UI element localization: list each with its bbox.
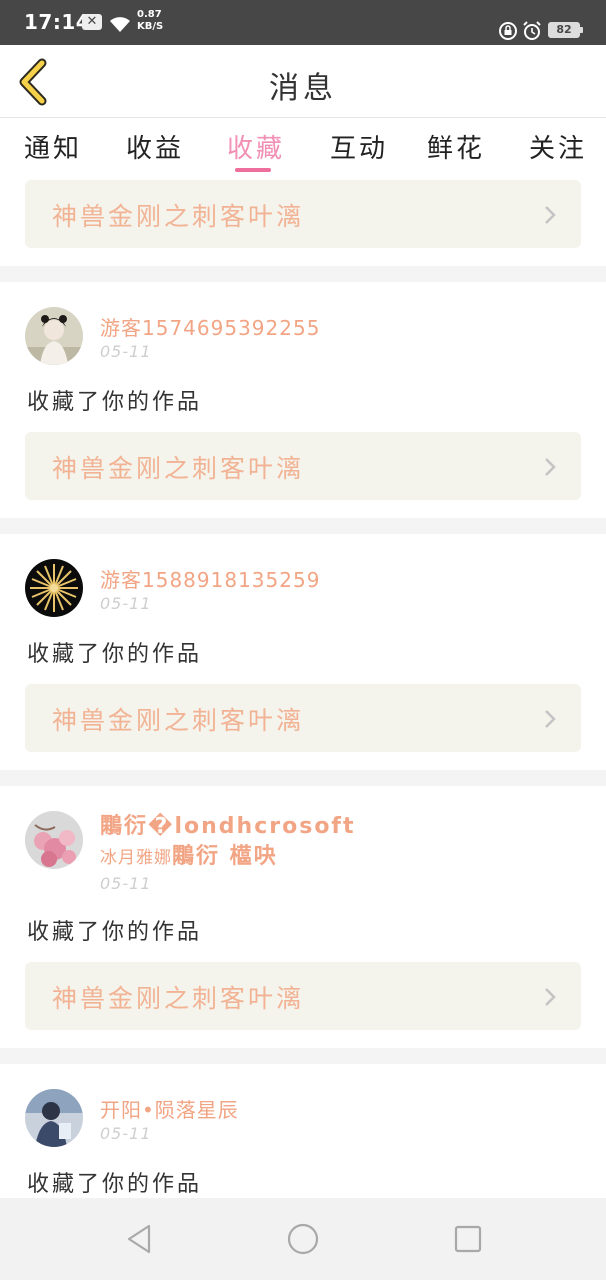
message-item: 神兽金刚之刺客叶漓 [0, 178, 606, 266]
rotation-lock-icon [499, 22, 517, 40]
work-card[interactable]: 神兽金刚之刺客叶漓 [25, 962, 581, 1030]
work-card[interactable]: 神兽金刚之刺客叶漓 [25, 432, 581, 500]
action-text: 收藏了你的作品 [27, 390, 203, 415]
status-time: 17:14 [24, 10, 91, 34]
username[interactable]: 开阳•陨落星辰 [100, 1094, 239, 1123]
tab-flowers[interactable]: 鲜花 [427, 128, 485, 165]
work-title: 神兽金刚之刺客叶漓 [52, 706, 305, 735]
blue-figure-avatar[interactable] [25, 1089, 83, 1147]
chevron-right-icon [545, 458, 556, 476]
tab-follow[interactable]: 关注 [529, 128, 587, 165]
message-date: 05-11 [100, 1124, 152, 1143]
tab-bar: 通知 收益 收藏 互动 鲜花 关注 [0, 118, 606, 178]
work-card[interactable]: 神兽金刚之刺客叶漓 [25, 180, 581, 248]
username-part: 鷴衍 [172, 844, 221, 869]
alarm-icon [523, 21, 541, 40]
battery-level: 82 [556, 23, 572, 36]
chevron-right-icon [545, 988, 556, 1006]
username[interactable]: 鷴衍�londhcrosoft 冰月雅娜鷴衍 櫙吷 [100, 812, 370, 873]
tab-notifications[interactable]: 通知 [24, 128, 82, 165]
message-item: 游客1574695392255 05-11 收藏了你的作品 神兽金刚之刺客叶漓 [0, 282, 606, 518]
message-date: 05-11 [100, 342, 152, 361]
pink-flowers-avatar[interactable] [25, 811, 83, 869]
speed-value: 0.87 [137, 9, 162, 20]
circle-home-icon[interactable] [285, 1221, 321, 1257]
work-card[interactable]: 神兽金刚之刺客叶漓 [25, 684, 581, 752]
active-tab-indicator [235, 168, 271, 172]
message-date: 05-11 [100, 874, 152, 893]
message-item: 游客1588918135259 05-11 收藏了你的作品 神兽金刚之刺客叶漓 [0, 534, 606, 770]
message-feed[interactable]: 神兽金刚之刺客叶漓 游客1574695392255 05-11 收藏了你的作品 … [0, 178, 606, 1198]
work-title: 神兽金刚之刺客叶漓 [52, 984, 305, 1013]
triangle-back-icon[interactable] [122, 1221, 158, 1257]
wifi-icon [110, 17, 130, 32]
username[interactable]: 游客1574695392255 [100, 312, 320, 341]
tab-interaction[interactable]: 互动 [330, 128, 388, 165]
action-text: 收藏了你的作品 [27, 1172, 203, 1197]
work-title: 神兽金刚之刺客叶漓 [52, 454, 305, 483]
speed-unit: KB/S [137, 21, 164, 32]
dark-sunburst-avatar[interactable] [25, 559, 83, 617]
page-title: 消息 [269, 71, 337, 106]
network-speed: 0.87 KB/S [137, 9, 163, 33]
username-part: 櫙吷 [229, 844, 278, 869]
battery-indicator: 82 [548, 22, 583, 38]
message-item: 开阳•陨落星辰 05-11 收藏了你的作品 [0, 1064, 606, 1198]
app-header: 消息 [0, 45, 606, 118]
username[interactable]: 游客1588918135259 [100, 564, 320, 593]
status-bar: 17:14 ✕ 0.87 KB/S 82 [0, 0, 606, 45]
square-recent-icon[interactable] [450, 1221, 486, 1257]
work-title: 神兽金刚之刺客叶漓 [52, 202, 305, 231]
action-text: 收藏了你的作品 [27, 920, 203, 945]
tab-favorites[interactable]: 收藏 [227, 128, 285, 165]
message-item: 鷴衍�londhcrosoft 冰月雅娜鷴衍 櫙吷 05-11 收藏了你的作品 … [0, 786, 606, 1048]
x-box-icon: ✕ [82, 14, 102, 30]
action-text: 收藏了你的作品 [27, 642, 203, 667]
username-part: 冰月雅娜 [100, 848, 172, 868]
tab-earnings[interactable]: 收益 [126, 128, 184, 165]
chevron-right-icon [545, 206, 556, 224]
chevron-right-icon [545, 710, 556, 728]
username-part: 鷴衍�londhcrosoft [100, 814, 356, 839]
woman-portrait-avatar[interactable] [25, 307, 83, 365]
message-date: 05-11 [100, 594, 152, 613]
system-nav-bar [0, 1198, 606, 1280]
